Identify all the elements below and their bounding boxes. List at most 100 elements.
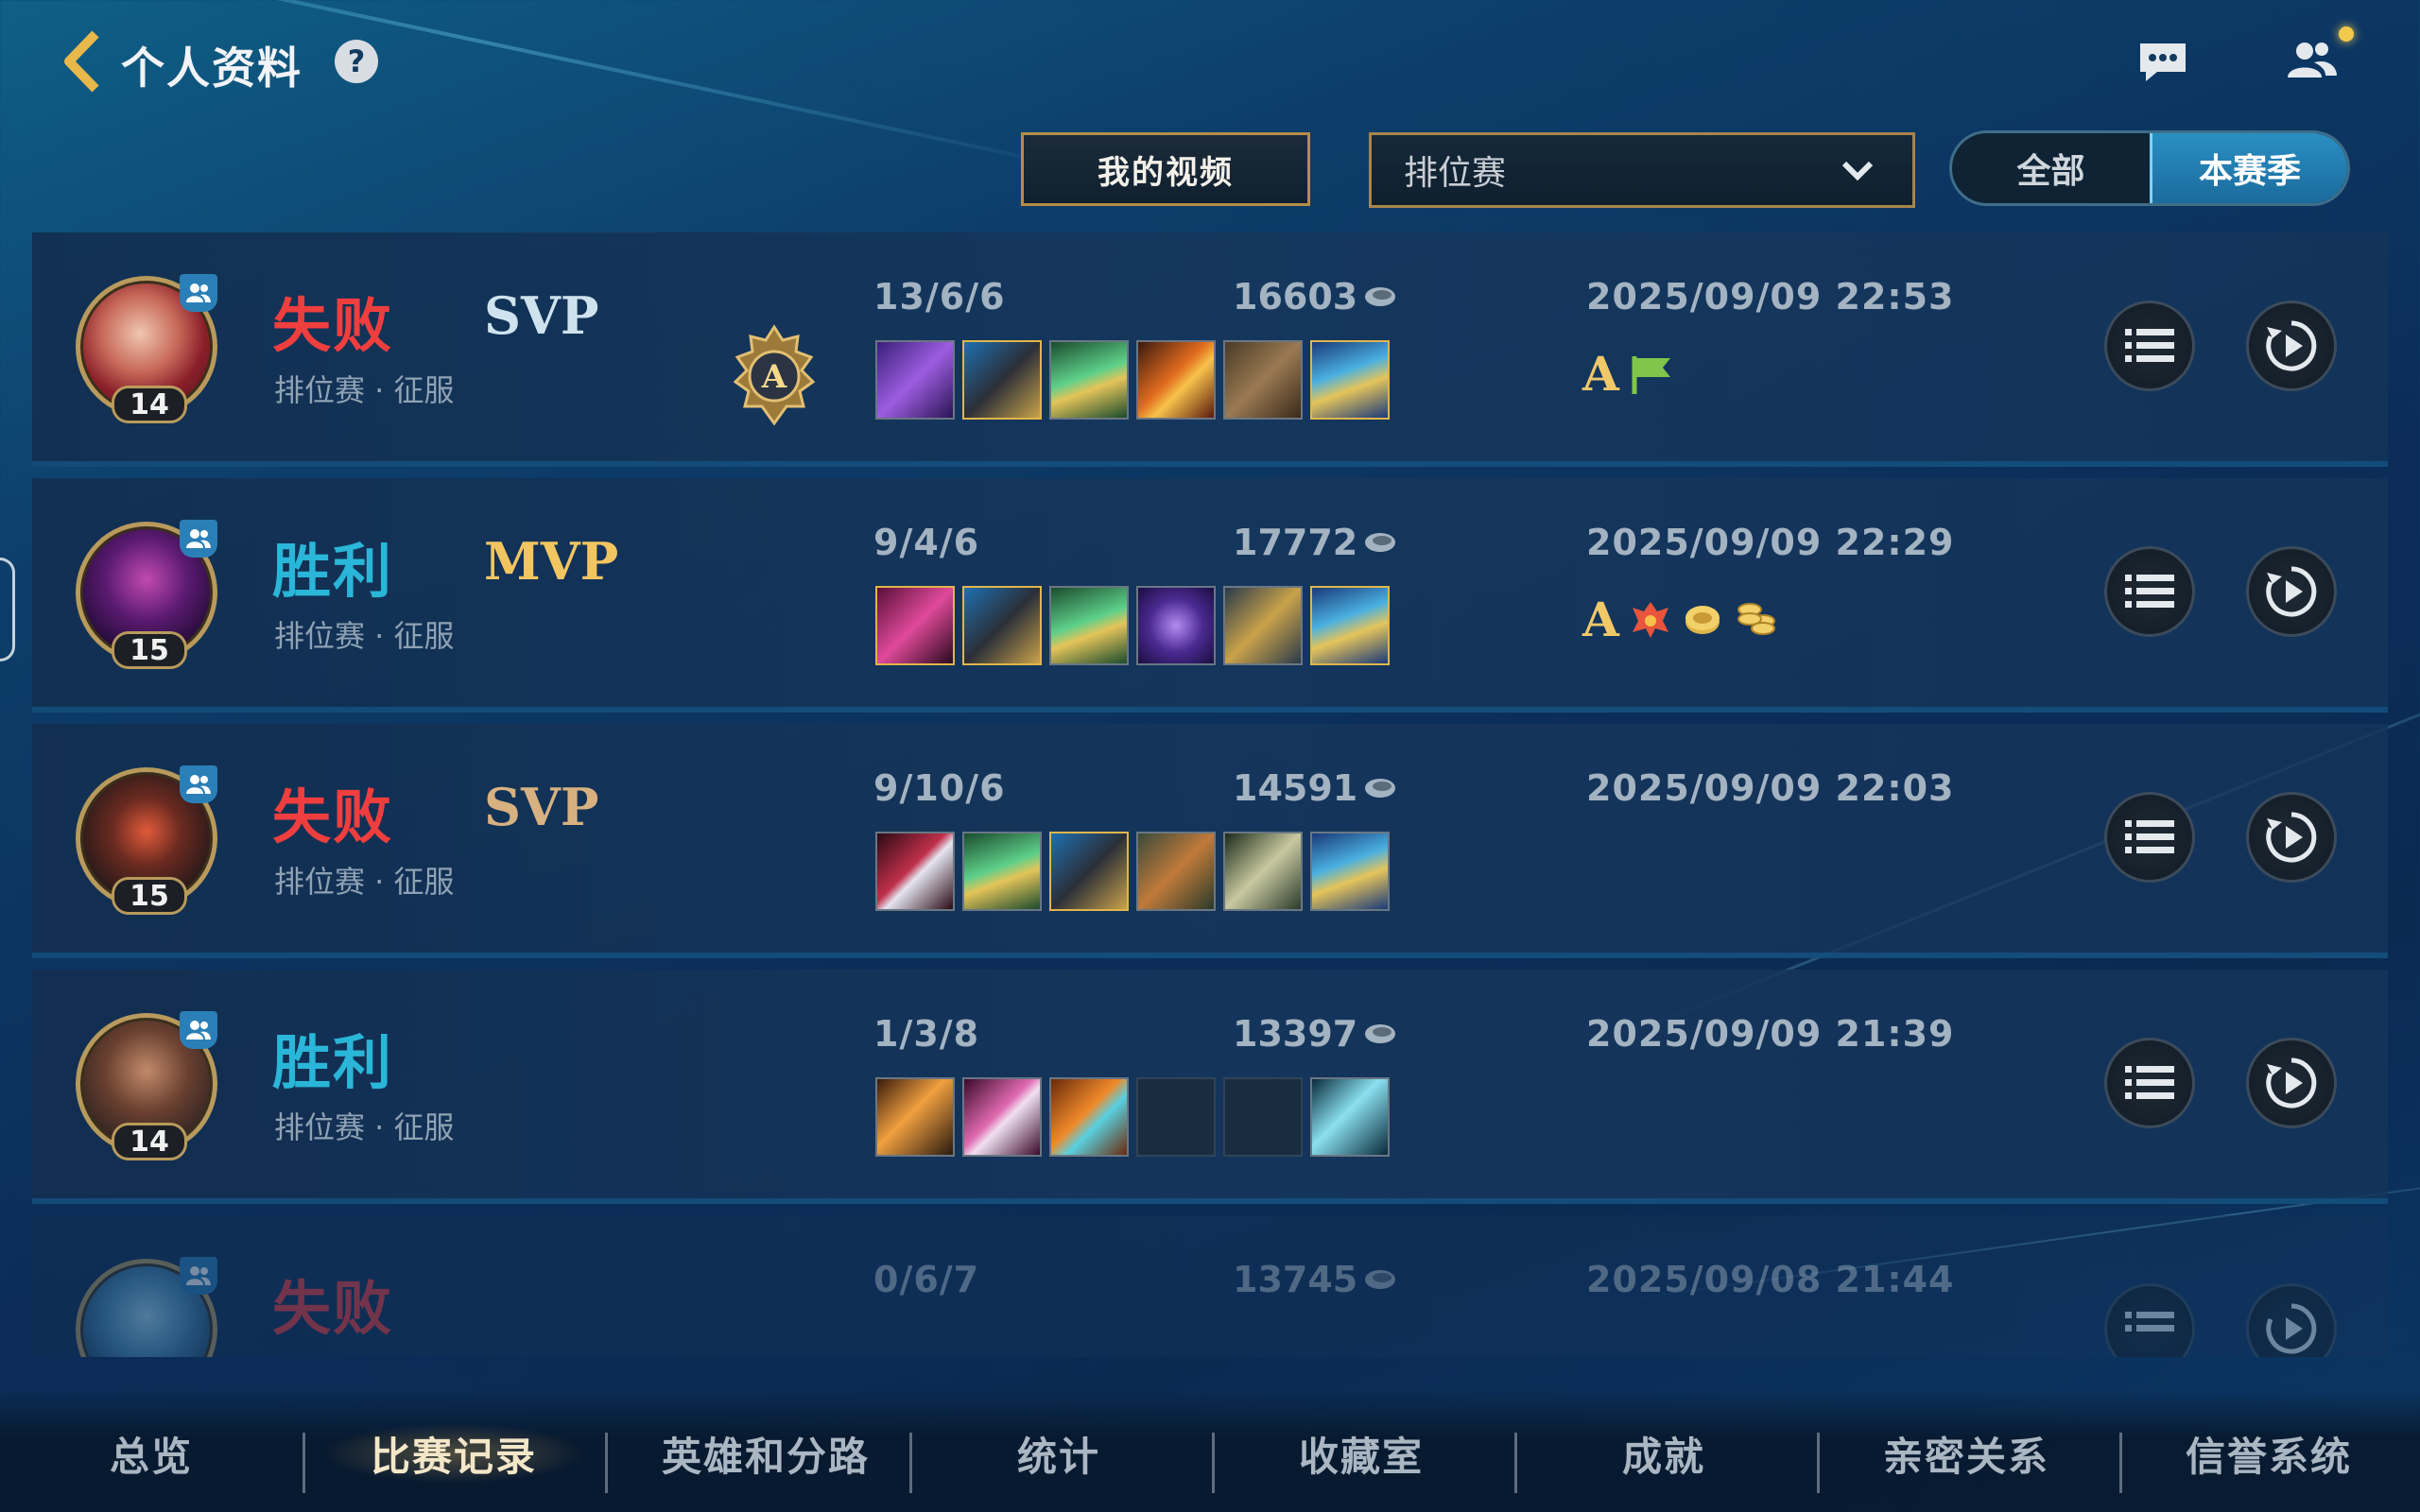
item-slot[interactable] bbox=[1049, 832, 1129, 911]
tab-stats[interactable]: 统计 bbox=[945, 1423, 1172, 1484]
grade-label: A bbox=[1582, 592, 1619, 647]
item-slot[interactable] bbox=[962, 832, 1042, 911]
gold-total: 13745 bbox=[1233, 1259, 1399, 1300]
match-row[interactable]: 15 失败 SVP 排位赛 · 征服 9/10/6 14591 2025/09/… bbox=[32, 724, 2388, 958]
item-slot[interactable] bbox=[1310, 340, 1390, 420]
item-slots bbox=[875, 340, 1390, 420]
top-bar: 个人资料 ? bbox=[0, 0, 2420, 123]
item-slot[interactable] bbox=[1223, 340, 1303, 420]
season-toggle: 全部 本赛季 bbox=[1949, 130, 2350, 206]
mode-select[interactable]: 排位赛 bbox=[1369, 132, 1915, 208]
item-slot[interactable] bbox=[962, 1077, 1042, 1157]
match-time: 2025/09/09 22:53 bbox=[1586, 276, 1955, 318]
gold-value: 16603 bbox=[1233, 276, 1358, 318]
my-videos-button[interactable]: 我的视频 bbox=[1021, 132, 1310, 206]
item-slot[interactable] bbox=[875, 1077, 955, 1157]
item-slot-empty[interactable] bbox=[1136, 1077, 1216, 1157]
item-slot[interactable] bbox=[1136, 586, 1216, 665]
tab-collection[interactable]: 收藏室 bbox=[1248, 1423, 1475, 1484]
flag-icon bbox=[1632, 355, 1670, 394]
replay-icon bbox=[2266, 320, 2317, 371]
item-slot[interactable] bbox=[875, 586, 955, 665]
bottom-nav: 总览 比赛记录 英雄和分路 统计 收藏室 成就 亲密关系 信誉系统 bbox=[0, 1389, 2420, 1512]
level-badge: 15 bbox=[112, 631, 187, 669]
replay-button[interactable] bbox=[2246, 546, 2337, 637]
honor-label: SVP bbox=[484, 285, 599, 346]
tab-reputation[interactable]: 信誉系统 bbox=[2136, 1423, 2401, 1484]
item-slot[interactable] bbox=[875, 340, 955, 420]
item-slot[interactable] bbox=[962, 340, 1042, 420]
match-result: 胜利 bbox=[272, 537, 394, 606]
item-slot[interactable] bbox=[1049, 340, 1129, 420]
match-time: 2025/09/09 22:29 bbox=[1586, 522, 1955, 563]
gold-coin-icon bbox=[1365, 1270, 1396, 1289]
gold-total: 14591 bbox=[1233, 767, 1399, 809]
friends-icon[interactable] bbox=[2286, 38, 2339, 83]
match-result: 失败 bbox=[272, 1274, 394, 1343]
party-icon bbox=[180, 1011, 217, 1049]
toggle-this-season[interactable]: 本赛季 bbox=[2150, 133, 2347, 203]
list-icon bbox=[2125, 1066, 2174, 1099]
match-result: 失败 bbox=[272, 291, 394, 360]
gold-coin-icon bbox=[1365, 287, 1396, 306]
item-slot[interactable] bbox=[1310, 1077, 1390, 1157]
item-slot[interactable] bbox=[1310, 832, 1390, 911]
chat-icon[interactable] bbox=[2136, 40, 2189, 85]
item-slot[interactable] bbox=[1310, 586, 1390, 665]
item-slot[interactable] bbox=[1223, 586, 1303, 665]
match-row[interactable]: 14 失败 SVP 排位赛 · 征服 A 13/6/6 16603 2025/0… bbox=[32, 232, 2388, 467]
item-slots bbox=[875, 832, 1390, 911]
tab-heroes-lanes[interactable]: 英雄和分路 bbox=[624, 1423, 908, 1484]
notification-dot bbox=[2339, 26, 2354, 42]
side-drawer-handle[interactable] bbox=[0, 558, 15, 662]
item-slot[interactable] bbox=[1223, 832, 1303, 911]
coin-icon bbox=[1685, 605, 1720, 634]
gold-coin-icon bbox=[1365, 533, 1396, 552]
party-icon bbox=[180, 1257, 217, 1295]
gold-total: 16603 bbox=[1233, 276, 1399, 318]
match-list: 14 失败 SVP 排位赛 · 征服 A 13/6/6 16603 2025/0… bbox=[32, 232, 2388, 1357]
replay-button[interactable] bbox=[2246, 1038, 2337, 1128]
gold-total: 13397 bbox=[1233, 1013, 1399, 1055]
replay-button[interactable] bbox=[2246, 301, 2337, 391]
kda: 9/4/6 bbox=[873, 522, 980, 563]
item-slot[interactable] bbox=[1049, 1077, 1129, 1157]
item-slot[interactable] bbox=[1136, 832, 1216, 911]
item-slot[interactable] bbox=[1136, 340, 1216, 420]
match-detail-button[interactable] bbox=[2104, 792, 2195, 883]
match-detail-button[interactable] bbox=[2104, 1038, 2195, 1128]
tab-achievements[interactable]: 成就 bbox=[1550, 1423, 1777, 1484]
item-slot[interactable] bbox=[962, 586, 1042, 665]
party-icon bbox=[180, 520, 217, 558]
tab-overview[interactable]: 总览 bbox=[57, 1423, 246, 1484]
match-row[interactable]: 15 胜利 MVP 排位赛 · 征服 9/4/6 17772 2025/09/0… bbox=[32, 478, 2388, 713]
item-slot[interactable] bbox=[875, 832, 955, 911]
tab-relationships[interactable]: 亲密关系 bbox=[1834, 1423, 2099, 1484]
kda: 1/3/8 bbox=[873, 1013, 980, 1055]
list-icon bbox=[2125, 575, 2174, 608]
item-slots bbox=[875, 586, 1390, 665]
tab-match-history[interactable]: 比赛记录 bbox=[321, 1423, 586, 1484]
match-result: 失败 bbox=[272, 782, 394, 851]
match-detail-button[interactable] bbox=[2104, 1283, 2195, 1357]
champion-avatar: 14 bbox=[76, 274, 223, 423]
help-icon[interactable]: ? bbox=[335, 40, 378, 83]
match-detail-button[interactable] bbox=[2104, 301, 2195, 391]
gold-value: 14591 bbox=[1233, 767, 1358, 809]
item-slot[interactable] bbox=[1049, 586, 1129, 665]
champion-avatar: 15 bbox=[76, 765, 223, 915]
replay-icon bbox=[2266, 1057, 2317, 1108]
back-button[interactable] bbox=[59, 28, 106, 94]
match-mode: 排位赛 · 征服 bbox=[274, 372, 455, 408]
replay-button[interactable] bbox=[2246, 792, 2337, 883]
toggle-all[interactable]: 全部 bbox=[1952, 133, 2150, 203]
match-badges: A bbox=[1582, 592, 1778, 647]
match-row[interactable]: 14 胜利 排位赛 · 征服 1/3/8 13397 2025/09/09 21… bbox=[32, 970, 2388, 1204]
item-slot-empty[interactable] bbox=[1223, 1077, 1303, 1157]
level-badge: 14 bbox=[112, 386, 187, 423]
replay-button[interactable] bbox=[2246, 1283, 2337, 1357]
rank-emblem-icon: A bbox=[733, 324, 816, 426]
match-detail-button[interactable] bbox=[2104, 546, 2195, 637]
match-row[interactable]: 失败 0/6/7 13745 2025/09/08 21:44 bbox=[32, 1215, 2388, 1357]
match-mode: 排位赛 · 征服 bbox=[274, 618, 455, 654]
